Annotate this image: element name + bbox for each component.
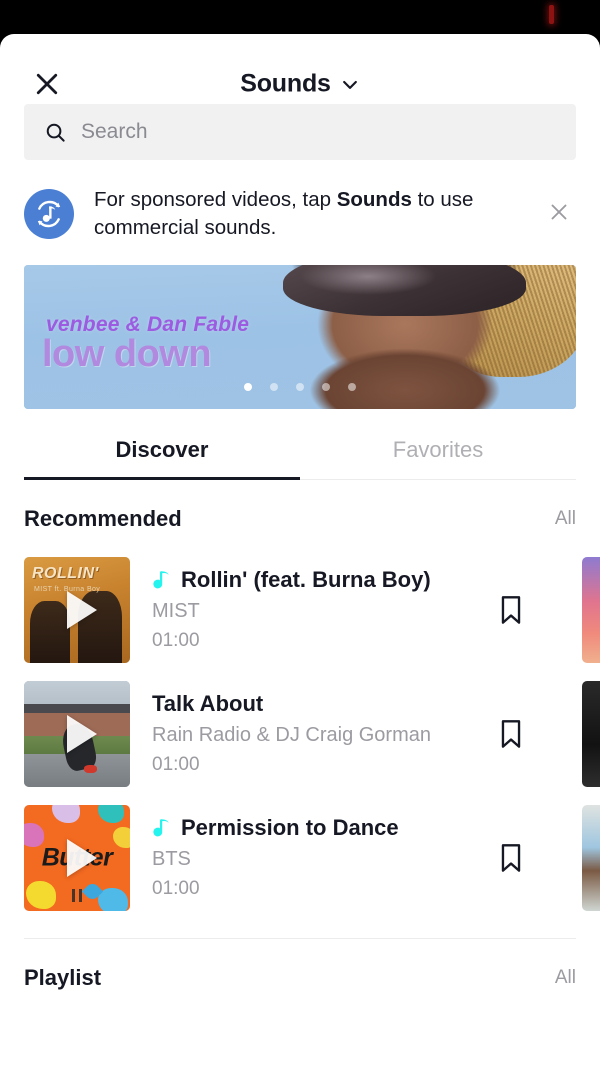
search-input[interactable] <box>81 120 556 144</box>
chevron-down-icon <box>340 74 360 94</box>
adjacent-thumbnail-peek[interactable] <box>582 804 600 911</box>
sound-artist: BTS <box>152 848 191 871</box>
recommended-section-header: Recommended All <box>0 480 600 548</box>
sound-info: Talk About Rain Radio & DJ Craig Gorman … <box>152 691 466 776</box>
notice-text-before: For sponsored videos, tap <box>94 188 337 211</box>
art-figure <box>30 600 70 663</box>
promo-hat-image <box>283 264 527 317</box>
section-title: Recommended <box>24 505 182 531</box>
bookmark-icon <box>498 719 524 749</box>
status-bar <box>0 0 600 34</box>
promo-section: venbee & Dan Fable low down <box>0 264 600 409</box>
sound-artist: MIST <box>152 600 200 623</box>
sound-title: Rollin' (feat. Burna Boy) <box>181 567 431 593</box>
sound-title-row: Talk About <box>152 691 466 717</box>
bookmark-button[interactable] <box>488 587 534 633</box>
sound-thumbnail[interactable] <box>24 680 130 787</box>
carousel-dot[interactable] <box>270 382 278 391</box>
adjacent-thumbnail-peek[interactable] <box>582 680 600 787</box>
playlist-all-link[interactable]: All <box>555 967 576 989</box>
play-icon[interactable] <box>67 714 97 753</box>
bookmark-button[interactable] <box>488 835 534 881</box>
sound-thumbnail[interactable]: ROLLIN' MIST ft. Burna Boy <box>24 556 130 663</box>
carousel-dot[interactable] <box>296 382 304 391</box>
promo-banner[interactable]: venbee & Dan Fable low down <box>24 264 576 409</box>
sound-title-row: Rollin' (feat. Burna Boy) <box>152 567 466 593</box>
play-icon[interactable] <box>67 590 97 629</box>
commercial-sounds-icon <box>24 189 74 240</box>
promo-track-name: low down <box>42 332 212 375</box>
sounds-title-dropdown[interactable]: Sounds <box>0 70 600 99</box>
search-icon <box>44 121 67 144</box>
bookmark-icon <box>498 843 524 873</box>
search-section <box>0 104 600 160</box>
sound-title: Permission to Dance <box>181 815 399 841</box>
bookmark-icon <box>498 595 524 625</box>
art-flower <box>98 804 124 823</box>
sound-row[interactable]: Butter Permission to Dance BTS 01:00 <box>0 796 600 920</box>
tab-favorites-label: Favorites <box>392 436 484 462</box>
carousel-dot[interactable] <box>244 382 252 391</box>
sound-info: Permission to Dance BTS 01:00 <box>152 815 466 900</box>
page-title: Sounds <box>240 69 331 98</box>
sounds-sheet: Sounds Search For sponsored videos, tap … <box>0 34 600 1067</box>
adjacent-thumbnail-peek[interactable] <box>582 556 600 663</box>
art-flower <box>113 826 130 848</box>
sound-title: Talk About <box>152 691 264 717</box>
section-title: Playlist <box>24 965 102 991</box>
sound-row[interactable]: ROLLIN' MIST ft. Burna Boy Rollin' (feat… <box>0 548 600 672</box>
bookmark-button[interactable] <box>488 711 534 757</box>
commercial-sounds-notice: For sponsored videos, tap Sounds to use … <box>0 160 600 265</box>
sound-artist: Rain Radio & DJ Craig Gorman <box>152 724 431 747</box>
commercial-music-note-icon <box>152 816 172 840</box>
sheet-header: Sounds <box>0 34 600 104</box>
carousel-dots <box>24 382 576 391</box>
sound-duration: 01:00 <box>152 878 200 900</box>
notice-text-bold: Sounds <box>336 188 412 211</box>
recording-indicator <box>549 5 554 24</box>
tab-discover-label: Discover <box>115 436 209 462</box>
close-icon <box>547 200 571 229</box>
tab-bar: Discover Favorites <box>24 436 576 481</box>
carousel-dot[interactable] <box>348 382 356 391</box>
commercial-music-note-icon <box>152 568 172 592</box>
sound-thumbnail[interactable]: Butter <box>24 804 130 911</box>
art-cone <box>84 764 98 773</box>
playlist-section-header: Playlist All <box>0 939 600 1007</box>
sound-info: Rollin' (feat. Burna Boy) MIST 01:00 <box>152 567 466 652</box>
play-icon[interactable] <box>67 838 97 877</box>
sound-row[interactable]: Talk About Rain Radio & DJ Craig Gorman … <box>0 672 600 796</box>
art-flower <box>52 804 80 823</box>
search-bar[interactable] <box>24 104 576 160</box>
sound-duration: 01:00 <box>152 754 200 776</box>
carousel-dot[interactable] <box>322 382 330 391</box>
tab-favorites[interactable]: Favorites <box>300 437 576 479</box>
notice-text: For sponsored videos, tap Sounds to use … <box>94 186 522 243</box>
art-flower <box>26 880 56 909</box>
recommended-all-link[interactable]: All <box>555 508 576 530</box>
pause-icon <box>72 888 82 902</box>
album-art-title: ROLLIN' <box>32 564 99 582</box>
tab-discover[interactable]: Discover <box>24 436 300 481</box>
sound-duration: 01:00 <box>152 630 200 652</box>
sound-title-row: Permission to Dance <box>152 815 466 841</box>
dismiss-notice-button[interactable] <box>542 197 576 231</box>
